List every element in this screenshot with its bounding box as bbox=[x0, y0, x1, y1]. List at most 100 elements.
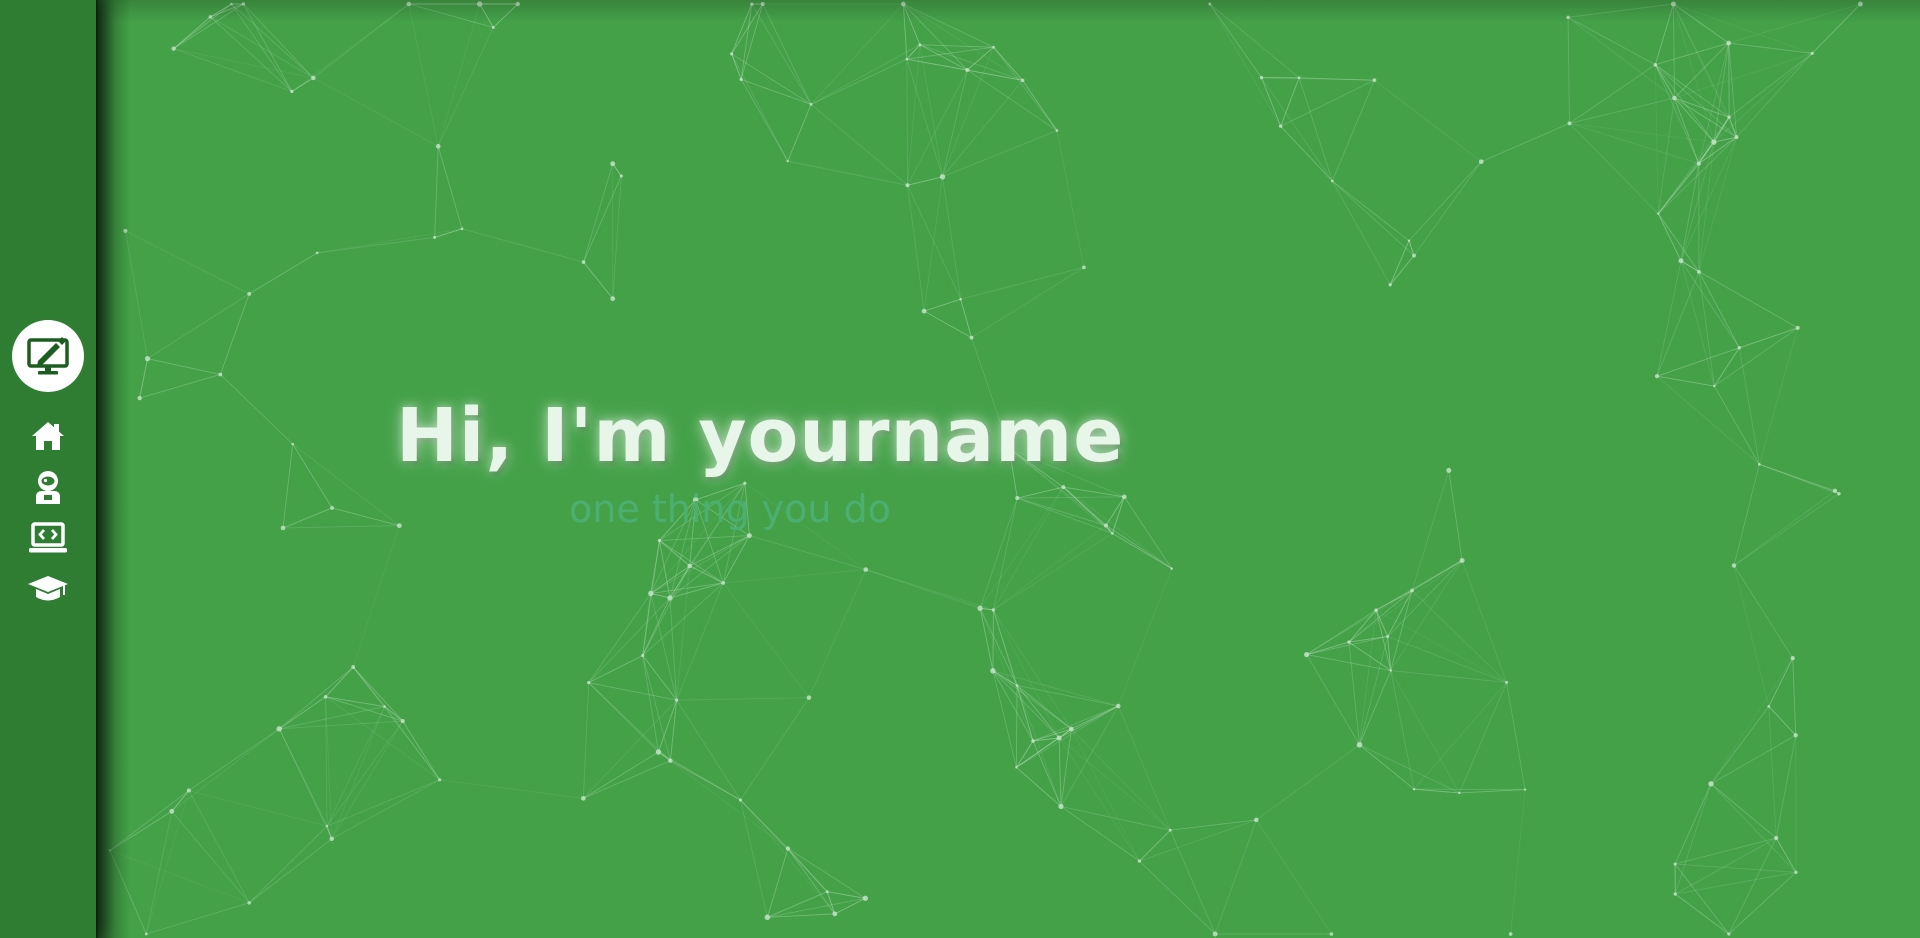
nav-item-home[interactable] bbox=[0, 410, 96, 461]
particle-link bbox=[282, 507, 333, 529]
particle-node bbox=[1356, 741, 1363, 748]
particle-node bbox=[738, 798, 743, 802]
particle-node bbox=[476, 1, 483, 7]
particle-link bbox=[740, 79, 789, 162]
particle-node bbox=[247, 291, 252, 296]
particle-link bbox=[125, 230, 250, 295]
particle-link bbox=[1306, 609, 1377, 655]
particle-link bbox=[582, 682, 590, 799]
particle-node bbox=[1790, 655, 1795, 661]
particle-node bbox=[863, 567, 869, 572]
particle-link bbox=[188, 728, 280, 791]
particle-link bbox=[583, 261, 614, 299]
particle-node bbox=[785, 846, 791, 851]
particle-link bbox=[1063, 486, 1173, 569]
particle-link bbox=[248, 838, 333, 904]
particle-link bbox=[612, 175, 622, 299]
particle-link bbox=[1680, 260, 1740, 349]
particle-link bbox=[1359, 636, 1389, 745]
particle-link bbox=[588, 593, 652, 683]
particle-link bbox=[1728, 43, 1730, 118]
particle-link bbox=[1674, 97, 1700, 164]
particle-link bbox=[109, 810, 173, 851]
particle-link bbox=[171, 790, 190, 812]
particle-link bbox=[437, 146, 463, 229]
particle-link bbox=[1070, 728, 1140, 862]
particle-link bbox=[1656, 375, 1760, 465]
particle-node bbox=[667, 595, 673, 601]
particle-link bbox=[331, 507, 400, 527]
particle-link bbox=[313, 77, 439, 147]
particle-link bbox=[731, 53, 789, 162]
particle-node bbox=[1737, 346, 1742, 350]
particle-node bbox=[610, 296, 616, 302]
particle-node bbox=[992, 45, 995, 49]
particle-link bbox=[1680, 136, 1737, 261]
particle-node bbox=[276, 726, 283, 732]
particle-node bbox=[218, 372, 223, 377]
particle-link bbox=[1332, 180, 1410, 242]
particle-link bbox=[583, 175, 622, 263]
particle-link bbox=[1657, 213, 1682, 262]
nav-item-projects[interactable] bbox=[0, 512, 96, 563]
nav-item-about[interactable] bbox=[0, 461, 96, 512]
particle-link bbox=[650, 592, 671, 599]
particle-node bbox=[144, 356, 151, 362]
particle-link bbox=[171, 811, 250, 904]
particle-node bbox=[1297, 76, 1301, 80]
sidebar-nav bbox=[0, 410, 96, 614]
particle-link bbox=[1139, 829, 1171, 862]
particle-link bbox=[282, 444, 294, 529]
particle-link bbox=[1728, 52, 1813, 118]
particle-node bbox=[687, 563, 693, 569]
particle-node bbox=[1412, 787, 1416, 791]
particle-link bbox=[1214, 819, 1257, 935]
particle-link bbox=[1768, 657, 1794, 707]
particle-link bbox=[1657, 213, 1700, 273]
particle-node bbox=[1458, 791, 1461, 795]
particle-node bbox=[171, 46, 176, 51]
particle-link bbox=[1656, 260, 1682, 377]
particle-node bbox=[186, 788, 191, 793]
particle-link bbox=[923, 298, 961, 312]
particle-link bbox=[1654, 64, 1659, 214]
particle-link bbox=[325, 696, 440, 781]
particle-node bbox=[1727, 115, 1731, 119]
particle-node bbox=[1386, 635, 1390, 638]
particle-node bbox=[460, 227, 464, 231]
particle-link bbox=[787, 104, 812, 162]
particle-node bbox=[668, 758, 673, 763]
particle-link bbox=[766, 848, 789, 918]
particle-link bbox=[1698, 271, 1715, 387]
particle-link bbox=[1389, 255, 1415, 286]
particle-link bbox=[1674, 837, 1777, 865]
nav-item-education[interactable] bbox=[0, 563, 96, 614]
particle-link bbox=[1306, 636, 1388, 655]
particle-node bbox=[1388, 283, 1392, 287]
particle-node bbox=[580, 795, 586, 801]
particle-node bbox=[1015, 684, 1019, 687]
particle-node bbox=[400, 719, 405, 724]
particle-link bbox=[1390, 670, 1415, 790]
laptop-code-icon bbox=[29, 521, 67, 552]
particle-link bbox=[437, 27, 494, 147]
logo-button[interactable] bbox=[12, 320, 84, 392]
particle-node bbox=[1731, 563, 1737, 568]
particle-link bbox=[676, 565, 691, 701]
particle-node bbox=[1116, 703, 1121, 709]
particle-node bbox=[123, 228, 128, 233]
particle-link bbox=[906, 44, 921, 60]
particle-link bbox=[1056, 130, 1085, 268]
particle-node bbox=[1567, 121, 1572, 126]
particle-node bbox=[1020, 78, 1025, 83]
particle-node bbox=[1412, 253, 1416, 258]
particle-link bbox=[210, 16, 314, 79]
particle-node bbox=[325, 824, 329, 828]
particle-node bbox=[1111, 532, 1114, 535]
particle-node bbox=[329, 836, 334, 842]
particle-link bbox=[1733, 490, 1836, 566]
particle-link bbox=[1675, 863, 1796, 873]
particle-link bbox=[731, 53, 742, 80]
particle-node bbox=[230, 2, 233, 6]
particle-node bbox=[587, 681, 591, 685]
